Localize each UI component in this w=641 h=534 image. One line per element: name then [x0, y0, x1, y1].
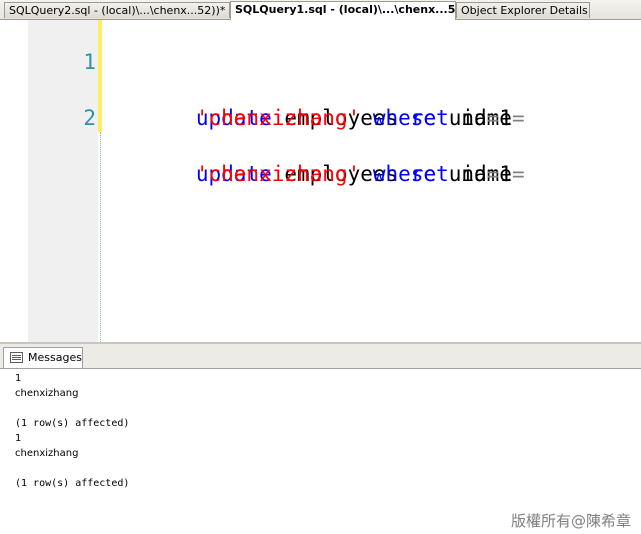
message-line: chenxizhang	[15, 448, 79, 459]
tab-messages[interactable]: Messages	[3, 347, 83, 368]
condition-value: 1	[499, 106, 512, 130]
message-line: 1	[15, 433, 22, 444]
condition-column: uid	[436, 106, 487, 130]
keyword-where: where	[360, 106, 437, 130]
code-line-1[interactable]: 1 update employees set name=	[0, 20, 524, 130]
message-line: chenxizhang	[15, 388, 79, 399]
operator-equals: =	[511, 106, 525, 130]
string-literal: 'chenxizhang'	[195, 106, 361, 130]
operator-equals: =	[511, 162, 525, 186]
tab-sqlquery2[interactable]: SQLQuery2.sql - (local)\...\chenx...52))…	[4, 2, 230, 18]
copyright-watermark: 版權所有@陳希章	[510, 512, 631, 530]
messages-icon	[10, 352, 23, 363]
messages-tab-label: Messages	[28, 351, 82, 364]
condition-column: uid	[436, 162, 487, 186]
query-editor[interactable]: 1 update employees set name= 'chenxizhan…	[0, 20, 641, 342]
code-line-2-wrapped[interactable]: 'chenxizhang' where uid=1	[0, 104, 512, 186]
operator-equals: =	[486, 162, 500, 186]
line-number: 1	[83, 50, 96, 74]
code-line-2[interactable]: 2 update employees set name=	[0, 76, 524, 186]
string-literal: 'chenxizhang'	[195, 162, 361, 186]
document-tab-strip: SQLQuery2.sql - (local)\...\chenx...52))…	[0, 0, 641, 20]
keyword-where: where	[360, 162, 437, 186]
results-tab-strip: Messages	[0, 344, 641, 369]
message-line: (1 row(s) affected)	[15, 478, 130, 489]
message-line: 1	[15, 373, 22, 384]
outline-guide	[100, 132, 101, 342]
tab-sqlquery1[interactable]: SQLQuery1.sql - (local)\...\chenx...54))…	[230, 1, 456, 20]
condition-value: 1	[499, 162, 512, 186]
changed-lines-marker	[98, 20, 102, 132]
message-line: (1 row(s) affected)	[15, 418, 130, 429]
line-number: 2	[83, 106, 96, 130]
operator-equals: =	[486, 106, 500, 130]
code-line-1-wrapped[interactable]: 'chenxizhang' where uid=1	[0, 48, 512, 130]
tab-object-explorer-details[interactable]: Object Explorer Details	[456, 2, 590, 18]
